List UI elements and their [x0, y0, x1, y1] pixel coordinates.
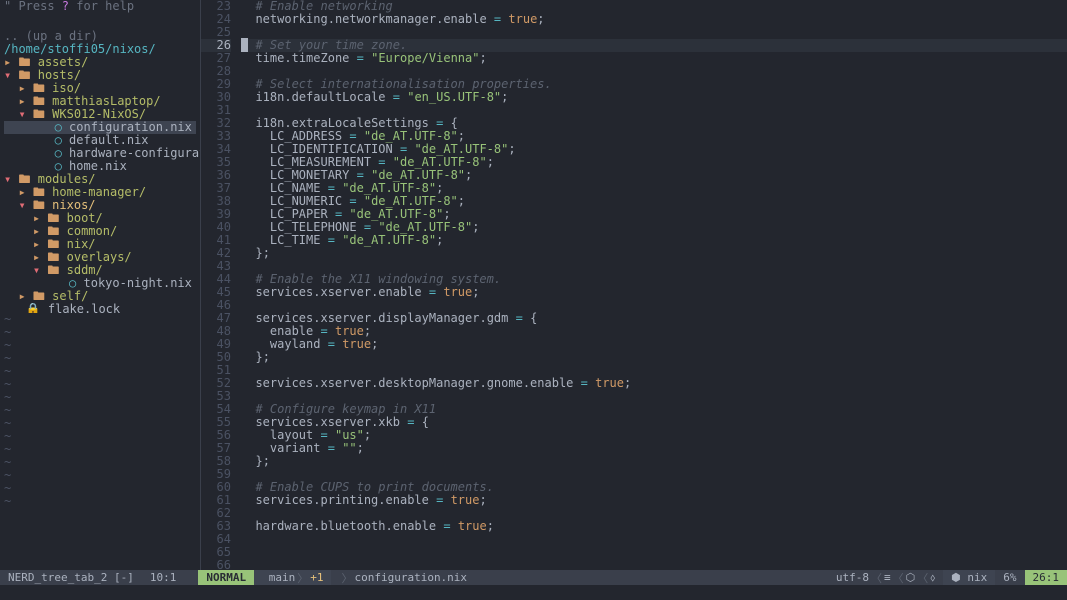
- folder-icon: 🖿: [47, 237, 59, 251]
- code-line[interactable]: [241, 533, 1067, 546]
- code-line[interactable]: };: [241, 455, 1067, 468]
- gutter-tilde: ~~~~~~~~~~~~~~~: [0, 313, 200, 570]
- lock-icon: 🔒: [26, 302, 41, 313]
- folder-icon: 🖿: [47, 211, 59, 225]
- code-line[interactable]: services.printing.enable = true;: [241, 494, 1067, 507]
- file-icon: ○: [55, 159, 62, 173]
- file-icon: ○: [55, 120, 62, 134]
- statusline: NERD_tree_tab_2 [-] 10:1 NORMAL main 〉 +…: [0, 570, 1067, 585]
- folder-icon: 🖿: [33, 185, 45, 199]
- filetype-icon: ⬢: [951, 571, 961, 584]
- nerdtree-up-dir[interactable]: .. (up a dir): [0, 26, 200, 43]
- folder-icon: 🖿: [18, 172, 30, 186]
- tree-file[interactable]: 🔒 flake.lock: [4, 303, 196, 313]
- code-line[interactable]: time.timeZone = "Europe/Vienna";: [241, 52, 1067, 65]
- code-line[interactable]: variant = "";: [241, 442, 1067, 455]
- status-encoding: utf-8 〈 ≡ 〈 ⬡ 〈 ⬨: [828, 570, 943, 585]
- folder-icon: 🖿: [33, 289, 45, 303]
- status-inactive-name: NERD_tree_tab_2 [-]: [0, 570, 142, 585]
- code-line[interactable]: };: [241, 247, 1067, 260]
- file-tree-sidebar: " Press ? for help .. (up a dir) /home/s…: [0, 0, 201, 570]
- folder-icon: 🖿: [33, 81, 45, 95]
- line-number-gutter: 2324252627282930313233343536373839404142…: [201, 0, 241, 570]
- folder-icon: 🖿: [33, 198, 45, 212]
- line-ending-icon: ≡: [884, 571, 891, 584]
- git-diff-add: +1: [310, 571, 323, 584]
- file-icon: ○: [55, 146, 62, 160]
- code-line[interactable]: layout = "us";: [241, 429, 1067, 442]
- code-line[interactable]: [241, 546, 1067, 559]
- file-icon: ○: [55, 133, 62, 147]
- code-line[interactable]: services.xserver.enable = true;: [241, 286, 1067, 299]
- code-line[interactable]: services.xserver.desktopManager.gnome.en…: [241, 377, 1067, 390]
- code-line[interactable]: wayland = true;: [241, 338, 1067, 351]
- code-line[interactable]: networking.networkmanager.enable = true;: [241, 13, 1067, 26]
- code-area[interactable]: # Enable networking networking.networkma…: [241, 0, 1067, 570]
- status-percent: 6%: [995, 570, 1024, 585]
- code-line[interactable]: [241, 559, 1067, 570]
- status-position: 26:1: [1025, 570, 1067, 585]
- folder-icon: 🖿: [33, 94, 45, 108]
- code-line[interactable]: i18n.defaultLocale = "en_US.UTF-8";: [241, 91, 1067, 104]
- editor-pane[interactable]: 2324252627282930313233343536373839404142…: [201, 0, 1067, 570]
- folder-icon: 🖿: [47, 250, 59, 264]
- status-mode: NORMAL: [198, 570, 254, 585]
- file-icon: ○: [69, 276, 76, 290]
- status-branch: main 〉 +1: [254, 570, 331, 585]
- status-inactive-pos: 10:1: [142, 570, 185, 585]
- status-filename: 〉 configuration.nix: [331, 570, 475, 585]
- code-line[interactable]: hardware.bluetooth.enable = true;: [241, 520, 1067, 533]
- folder-icon: 🖿: [33, 107, 45, 121]
- folder-icon: 🖿: [18, 68, 30, 82]
- command-line[interactable]: [0, 585, 1067, 600]
- folder-icon: 🖿: [47, 224, 59, 238]
- lint-ok-icon: ⬡: [906, 571, 916, 584]
- nerdtree-root-path[interactable]: /home/stoffi05/nixos/: [0, 43, 200, 56]
- file-tree[interactable]: ▸ 🖿 assets/▾ 🖿 hosts/ ▸ 🖿 iso/ ▸ 🖿 matth…: [0, 56, 200, 313]
- lint-warn-icon: ⬨: [930, 571, 935, 585]
- status-filetype: ⬢ nix: [943, 570, 995, 585]
- folder-icon: 🖿: [47, 263, 59, 277]
- code-line[interactable]: LC_TIME = "de_AT.UTF-8";: [241, 234, 1067, 247]
- code-line[interactable]: };: [241, 351, 1067, 364]
- nerdtree-help-hint: " Press ? for help: [0, 0, 200, 13]
